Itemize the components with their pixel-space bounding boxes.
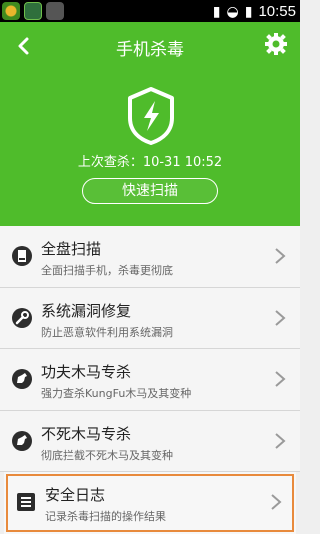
- item-desc: 防止恶意软件利用系统漏洞: [41, 325, 173, 339]
- horse-icon: [12, 430, 32, 451]
- log-icon: [17, 493, 35, 511]
- shield-bolt-icon: [128, 87, 174, 145]
- item-desc: 强力查杀KungFu木马及其变种: [41, 387, 192, 400]
- ring-icon: [24, 2, 42, 20]
- status-time: 10:55: [258, 3, 296, 20]
- chevron-right-icon: [271, 494, 282, 510]
- wrench-icon: [12, 307, 32, 328]
- status-system: ▮ ◒ ▮ 10:55: [213, 3, 296, 20]
- list-item-full-scan[interactable]: 全盘扫描 全面扫描手机，杀毒更彻底: [0, 226, 300, 288]
- item-desc: 记录杀毒扫描的操作结果: [45, 510, 166, 523]
- item-desc: 全面扫描手机，杀毒更彻底: [41, 264, 173, 277]
- page-title: 手机杀毒: [116, 40, 184, 60]
- item-title: 系统漏洞修复: [41, 301, 132, 320]
- last-scan-time: 上次查杀：10-31 10:52: [77, 155, 223, 170]
- list-item-undead-trojan[interactable]: 不死木马专杀 彻底拦截不死木马及其变种: [0, 410, 300, 472]
- chevron-right-icon: [275, 371, 286, 387]
- chevron-right-icon: [275, 432, 286, 449]
- status-bar: ▮ ◒ ▮ 10:55: [0, 0, 300, 22]
- chevron-right-icon: [275, 248, 286, 264]
- list-item-kungfu-trojan[interactable]: 功夫木马专杀 强力查杀KungFu木马及其变种: [0, 349, 300, 411]
- wifi-icon: ◒: [226, 3, 239, 20]
- android-debug-icon: [46, 2, 64, 20]
- item-title: 全盘扫描: [41, 240, 102, 258]
- header: 手机杀毒 上次查杀：10-31 10:52 快速扫描: [0, 22, 300, 226]
- status-notifications: [2, 2, 64, 20]
- signal-icon: ▮: [212, 3, 221, 20]
- battery-icon: ▮: [244, 3, 253, 20]
- item-title: 功夫木马专杀: [41, 363, 132, 381]
- chevron-right-icon: [275, 309, 286, 326]
- gameboy-icon: [2, 2, 20, 20]
- quick-scan-button[interactable]: 快速扫描: [82, 178, 218, 204]
- list-item-security-log[interactable]: 安全日志 记录杀毒扫描的操作结果: [4, 472, 296, 534]
- horse-icon: [12, 369, 32, 389]
- item-desc: 彻底拦截不死木马及其变种: [41, 448, 173, 462]
- item-title: 不死木马专杀: [41, 424, 132, 443]
- disk-scan-icon: [12, 246, 32, 266]
- item-title: 安全日志: [45, 486, 106, 504]
- gear-icon[interactable]: [264, 32, 288, 56]
- list-item-vulnerability-fix[interactable]: 系统漏洞修复 防止恶意软件利用系统漏洞: [0, 287, 300, 349]
- feature-list: 全盘扫描 全面扫描手机，杀毒更彻底 系统漏洞修复 防止恶意软件利用系统漏洞 功夫…: [0, 226, 300, 534]
